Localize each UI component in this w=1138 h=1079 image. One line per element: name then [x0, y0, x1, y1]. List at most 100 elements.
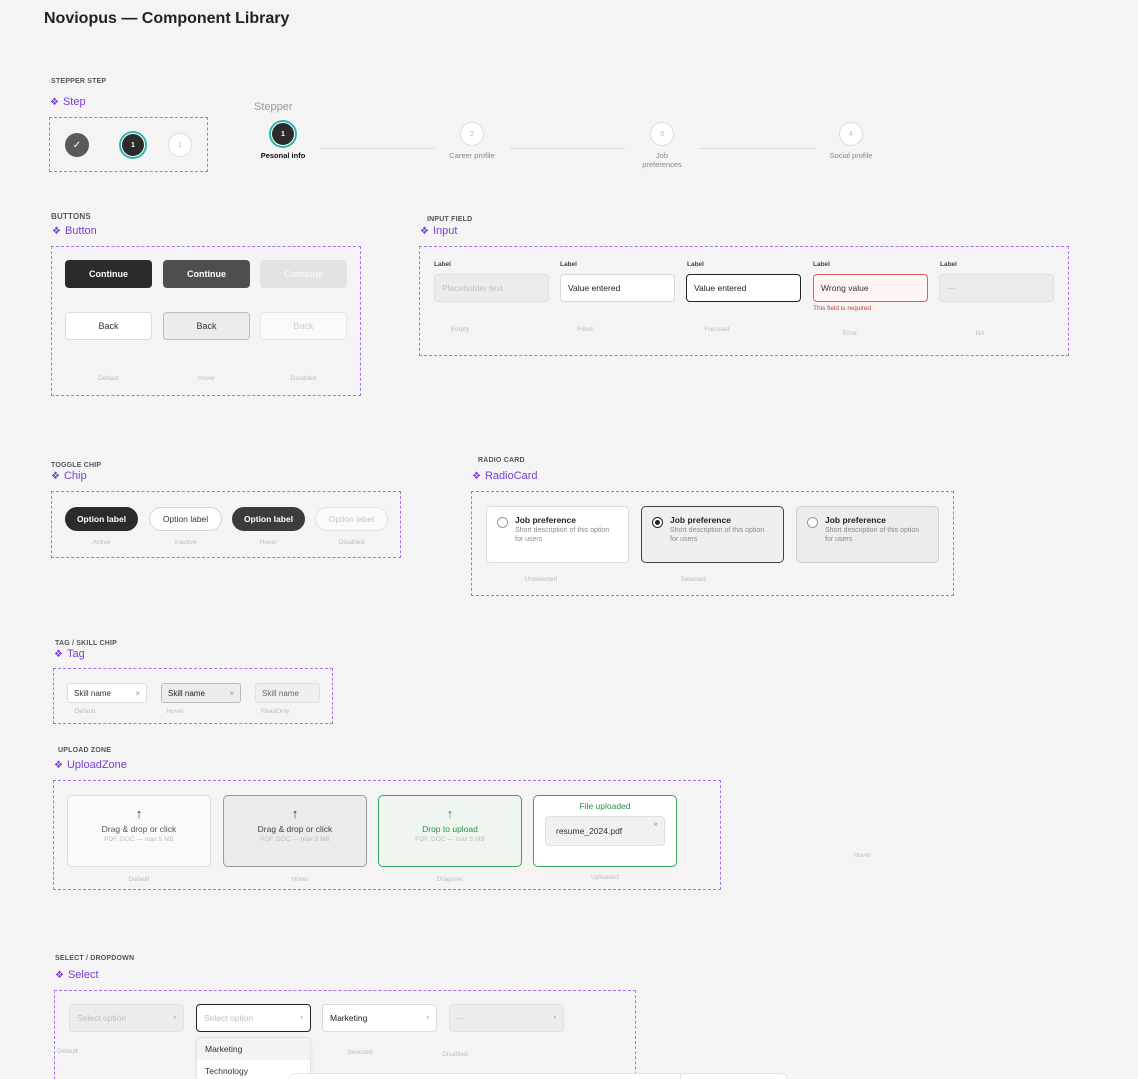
component-title: Tag [66, 648, 85, 660]
tag-default[interactable]: Skill name × [67, 683, 147, 703]
continue-button-hover[interactable]: Continue [163, 260, 250, 288]
state-caption: Inactive [174, 539, 197, 546]
radio-card-title: Job preference [825, 515, 886, 525]
select-variants-frame: Select option ▾ Select option ▾ Marketing ▾… [54, 990, 636, 1079]
uploaded-file: resume_2024.pdf × [545, 816, 665, 846]
chip-disabled: Option label [315, 507, 388, 531]
state-caption: Error [842, 330, 858, 337]
step-number: 2 [470, 130, 474, 138]
component-name-step: ❖ Step [50, 96, 86, 108]
close-icon[interactable]: × [135, 689, 140, 698]
close-icon[interactable]: × [653, 820, 658, 829]
dropdown-option[interactable]: Marketing [197, 1038, 310, 1060]
step-circle: 1 [271, 122, 295, 146]
upload-variants-frame: ↑ Drag & drop or click PDF, DOC — max 5 … [53, 780, 871, 890]
step-idle[interactable]: 1 [168, 133, 192, 157]
state-caption: Default [128, 876, 150, 883]
upload-hint: PDF, DOC — max 5 MB [104, 836, 174, 843]
component-title: Select [67, 969, 99, 981]
select-open[interactable]: Select option ▾ [196, 1004, 311, 1032]
radio-card-unselected[interactable]: Job preference Short description of this… [486, 506, 629, 563]
select-selected[interactable]: Marketing ▾ [322, 1004, 437, 1032]
component-icon: ❖ [51, 471, 60, 482]
input-error[interactable]: Wrong value [813, 274, 928, 302]
chevron-down-icon: ▾ [553, 1015, 556, 1021]
select-value: — [457, 1013, 466, 1023]
chevron-down-icon: ▾ [173, 1015, 176, 1021]
input-label: Label [940, 261, 957, 268]
step-circle: 3 [650, 122, 674, 146]
chip-inactive[interactable]: Option label [149, 507, 222, 531]
input-na: — [939, 274, 1054, 302]
input-variants-frame: Label Placeholder text Label Value enter… [419, 246, 1069, 356]
upload-text: Drag & drop or click [257, 824, 333, 834]
upload-arrow-icon: ↑ [446, 806, 454, 821]
input-filled[interactable]: Value entered [560, 274, 675, 302]
state-caption: NA [975, 330, 985, 337]
upload-text: Drop to upload [422, 824, 478, 834]
upload-zone-dragover[interactable]: ↑ Drop to upload PDF, DOC — max 5 MB [378, 795, 522, 867]
upload-success-text: File uploaded [579, 801, 631, 811]
stepper-title: Stepper [254, 101, 293, 113]
select-value: Select option [77, 1013, 127, 1023]
state-caption: Default [74, 708, 96, 715]
upload-zone-hover[interactable]: ↑ Drag & drop or click PDF, DOC — max 5 … [223, 795, 367, 867]
upload-arrow-icon: ↑ [135, 806, 143, 821]
continue-button-default[interactable]: Continue [65, 260, 152, 288]
state-caption: Default [57, 1048, 78, 1055]
section-label-tag: TAG / SKILL CHIP [55, 640, 118, 647]
input-focused[interactable]: Value entered [686, 274, 801, 302]
back-button-hover[interactable]: Back [163, 312, 250, 340]
radiocard-variants-frame: Job preference Short description of this… [471, 491, 954, 596]
next-component-card [288, 1073, 788, 1079]
radio-card-title: Job preference [670, 515, 731, 525]
state-caption: Unselected [524, 576, 558, 583]
stepper-step-3[interactable]: 3 Job preferences [622, 122, 702, 169]
upload-zone-default[interactable]: ↑ Drag & drop or click PDF, DOC — max 5 … [67, 795, 211, 867]
step-number: 1 [178, 141, 182, 149]
input-label: Label [687, 261, 704, 268]
stepper-step-1[interactable]: 1 Pesonal info [243, 122, 323, 160]
component-name-button: ❖ Button [52, 225, 97, 237]
radio-selected-icon [652, 517, 663, 528]
step-label: Pesonal info [260, 151, 306, 160]
input-empty[interactable]: Placeholder text [434, 274, 549, 302]
section-label-radiocard: RADIO CARD [478, 457, 525, 464]
state-caption: Filled [577, 326, 593, 333]
tag-label: Skill name [168, 688, 205, 698]
upload-zone-uploaded[interactable]: File uploaded resume_2024.pdf × [533, 795, 677, 867]
stepper-connector [700, 148, 815, 149]
component-icon: ❖ [472, 471, 481, 482]
component-icon: ❖ [54, 649, 63, 660]
radio-card-title: Job preference [515, 515, 576, 525]
tag-hover[interactable]: Skill name × [161, 683, 241, 703]
select-default[interactable]: Select option ▾ [69, 1004, 184, 1032]
state-caption: Selected [680, 576, 706, 583]
chip-hover[interactable]: Option label [232, 507, 305, 531]
step-number: 4 [849, 130, 853, 138]
state-caption: Hover [166, 708, 184, 715]
component-title: Step [62, 96, 86, 108]
component-title: UploadZone [66, 759, 127, 771]
upload-text: Drag & drop or click [101, 824, 177, 834]
radio-card-selected[interactable]: Job preference Short description of this… [641, 506, 784, 563]
page-title: Noviopus — Component Library [44, 10, 290, 27]
component-icon: ❖ [52, 226, 61, 237]
radio-card-hover[interactable]: Job preference Short description of this… [796, 506, 939, 563]
close-icon[interactable]: × [229, 689, 234, 698]
radio-icon [497, 517, 508, 528]
check-icon: ✓ [72, 139, 82, 151]
stepper-step-4[interactable]: 4 Social profile [811, 122, 891, 160]
state-caption: Focused [704, 326, 730, 333]
back-button-default[interactable]: Back [65, 312, 152, 340]
state-caption: Active [92, 539, 111, 546]
step-number: 3 [660, 130, 664, 138]
button-variants-frame: Continue Continue Continue Back Back Bac… [51, 246, 361, 396]
step-done[interactable]: ✓ [65, 133, 89, 157]
radio-card-description: Short description of this option for use… [825, 527, 920, 543]
section-label-buttons: BUTTONS [51, 212, 91, 221]
stepper-step-2[interactable]: 2 Career profile [432, 122, 512, 160]
tag-label: Skill name [262, 688, 299, 698]
step-active[interactable]: 1 [121, 133, 145, 157]
chip-active[interactable]: Option label [65, 507, 138, 531]
